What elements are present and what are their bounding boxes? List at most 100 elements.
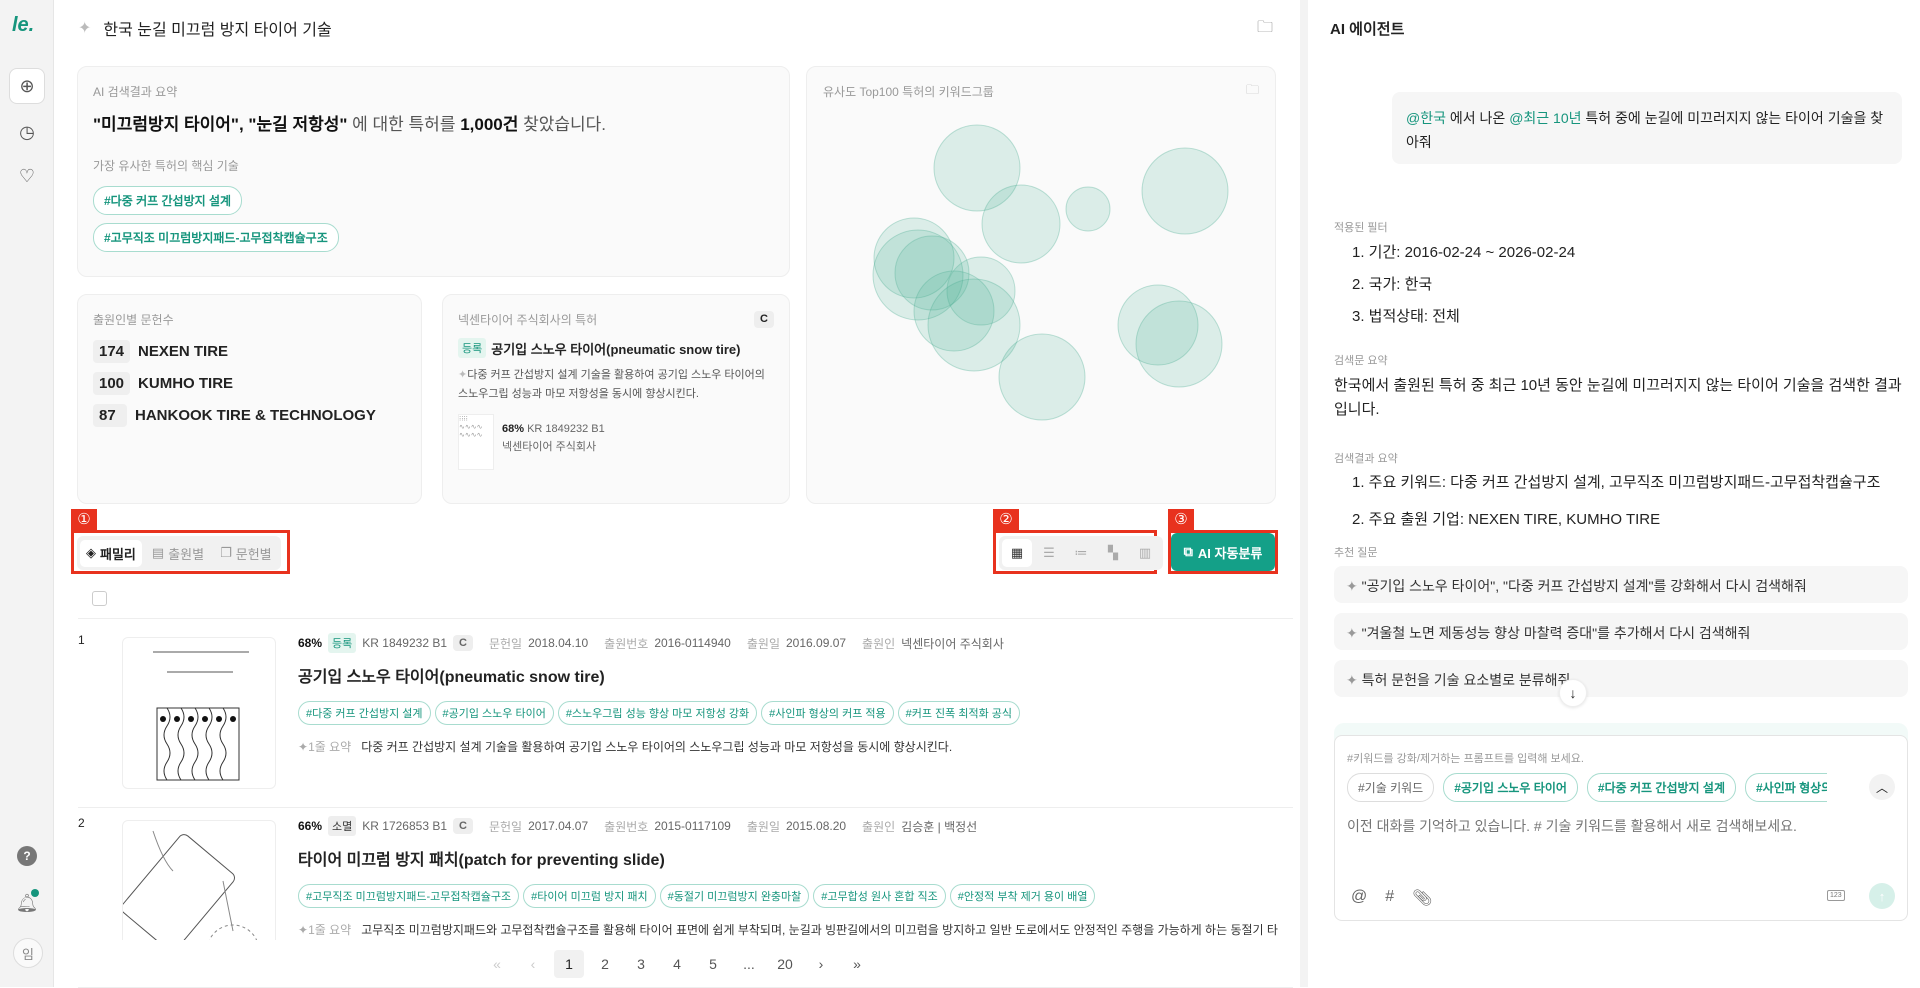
lightbulb-icon[interactable]: ♡ (9, 158, 45, 194)
page-button[interactable]: 20 (770, 950, 800, 978)
applicant-count: 100 (93, 372, 131, 395)
suggestion-button[interactable]: ✦ "겨울철 노면 제동성능 향상 마찰력 증대"를 추가해서 다시 검색해줘 (1334, 613, 1908, 650)
folder-icon[interactable]: 🗀 (1257, 16, 1273, 43)
core-tag[interactable]: #고무직조 미끄럼방지패드-고무접착캡슐구조 (93, 223, 339, 252)
collapse-chevron-icon[interactable]: ︿ (1869, 774, 1895, 800)
layout-compact-icon[interactable]: ☰ (1034, 539, 1064, 567)
applicant-name: 김승훈 | 백정선 (901, 819, 978, 834)
scroll-down-button[interactable]: ↓ (1559, 679, 1587, 707)
patent-drawing-thumbnail[interactable] (122, 637, 276, 789)
page-button[interactable]: 4 (662, 950, 692, 978)
summary-label: 1줄 요약 (308, 740, 352, 754)
keyword-chip[interactable]: #공기입 스노우 타이어 (1443, 773, 1578, 802)
document-icon: ▤ (151, 545, 165, 560)
featured-title[interactable]: 공기입 스노우 타이어(pneumatic snow tire) (491, 339, 740, 358)
patent-tags: #고무직조 미끄럼방지패드-고무접착캡슐구조 #타이어 미끄럼 방지 패치 #동절기… (298, 884, 1288, 908)
last-page-button[interactable]: » (842, 950, 872, 978)
send-button[interactable]: ↑ (1869, 883, 1895, 909)
layout-switcher: ▦ ☰ ≔ ▚ ▥ (999, 536, 1163, 570)
applicant-name: KUMHO TIRE (138, 375, 234, 392)
keyword-bubble[interactable] (1065, 186, 1111, 232)
applicant-row[interactable]: 100 KUMHO TIRE (93, 372, 406, 395)
prev-page-button[interactable]: ‹ (518, 950, 548, 978)
help-icon[interactable]: ? (17, 846, 37, 866)
one-line-summary: ✦1줄 요약 다중 커프 간섭방지 설계 기술을 활용하여 공기입 스노우 타이어… (298, 737, 1288, 757)
ai-auto-classify-button[interactable]: ⧉ AI 자동분류 (1171, 533, 1275, 571)
suggestion-text: "겨울철 노면 제동성능 향상 마찰력 증대"를 추가해서 다시 검색해줘 (1361, 625, 1751, 641)
keyword-tag[interactable]: #공기입 스노우 타이어 (434, 701, 554, 725)
keyword-tag[interactable]: #다중 커프 간섭방지 설계 (298, 701, 431, 725)
prompt-box: #키워드를 강화/제거하는 프롬프트를 입력해 보세요. #기술 키워드 #공기… (1334, 735, 1908, 921)
tab-label: 출원별 (168, 546, 205, 562)
featured-score: 68% (502, 423, 525, 435)
keyword-tag[interactable]: #고무직조 미끄럼방지패드-고무접착캡슐구조 (298, 884, 520, 908)
keyword-bubble[interactable] (981, 184, 1061, 264)
layout-grid-icon[interactable]: ▚ (1098, 539, 1128, 567)
main-content: ✦ 한국 눈길 미끄럼 방지 타이어 기술 🗀 AI 검색결과 요약 "미끄럼방… (54, 0, 1300, 988)
keyword-tag[interactable]: #커프 진폭 최적화 공식 (897, 701, 1021, 725)
page-button[interactable]: 1 (554, 949, 584, 978)
page-button[interactable]: ... (734, 950, 764, 978)
keyword-tag[interactable]: #타이어 미끄럼 방지 패치 (523, 884, 656, 908)
keyword-tag[interactable]: #동절기 미끄럼방지 완충마찰 (659, 884, 810, 908)
keyword-chip[interactable]: #사인파 형상의 커프 적용 (1745, 773, 1827, 802)
hashtag-icon[interactable]: # (1385, 888, 1394, 908)
applicant-count: 174 (93, 340, 131, 363)
tab-by-document[interactable]: ❐ 문헌별 (214, 540, 278, 567)
keyword-bubble[interactable] (1141, 147, 1229, 235)
sparkle-icon: ✦ (78, 20, 92, 37)
layout-column-icon[interactable]: ▥ (1130, 539, 1160, 567)
suggestion-button[interactable]: ✦ 특허 문헌을 기술 요소별로 분류해줘 (1334, 660, 1908, 697)
next-page-button[interactable]: › (806, 950, 836, 978)
keyword-tag[interactable]: #사인파 형상의 커프 적용 (761, 701, 894, 725)
summary-keywords: "미끄럼방지 타이어", "눈길 저항성" (93, 115, 348, 134)
summary-text: 에 대한 특허를 (347, 115, 461, 134)
divider (78, 618, 1293, 619)
keyword-tag[interactable]: #안정적 부착 제거 용이 배열 (949, 884, 1096, 908)
keyword-bubble[interactable] (998, 333, 1086, 421)
tab-by-application[interactable]: ▤ 출원별 (146, 540, 210, 567)
page-button[interactable]: 3 (626, 950, 656, 978)
patent-title[interactable]: 타이어 미끄럼 방지 패치(patch for preventing slide… (298, 846, 1288, 870)
applicant-row[interactable]: 87 HANKOOK TIRE & TECHNOLOGY (93, 404, 406, 427)
ai-agent-panel: AI 에이전트 @한국 에서 나온 @최근 10년 특허 중에 눈길에 미끄러지… (1300, 0, 1920, 987)
prompt-input[interactable] (1347, 816, 1897, 876)
bell-icon[interactable]: 🔔︎ (9, 885, 45, 921)
keyword-tag[interactable]: #스노우그립 성능 향상 마모 저항성 강화 (557, 701, 758, 725)
result-row[interactable]: 1 68% 등록 KR 1849232 B1 C 문헌일 2018.04.10 출원번호 201… (78, 625, 1293, 808)
layout-detail-icon[interactable]: ▦ (1002, 539, 1032, 567)
summary-label: AI 검색결과 요약 (93, 85, 178, 99)
tab-family[interactable]: ◈ 패밀리 (80, 539, 142, 567)
app-date-label: 출원일 (746, 636, 780, 651)
keyword-chip[interactable]: #기술 키워드 (1347, 773, 1435, 802)
ai-summary-card: AI 검색결과 요약 "미끄럼방지 타이어", "눈길 저항성" 에 대한 특허… (77, 66, 790, 277)
applicant-row[interactable]: 174 NEXEN TIRE (93, 340, 406, 363)
keyword-chip[interactable]: #다중 커프 간섭방지 설계 (1586, 773, 1736, 802)
page-button[interactable]: 5 (698, 950, 728, 978)
keyword-bubble-chart[interactable] (807, 67, 1277, 505)
suggestion-button[interactable]: ✦ "공기입 스노우 타이어", "다중 커프 간섭방지 설계"를 강화해서 다… (1334, 566, 1908, 603)
panel-title: AI 에이전트 (1330, 21, 1405, 38)
summary-text: 다중 커프 간섭방지 설계 기술을 활용하여 공기입 스노우 타이어의 스노우그… (361, 740, 953, 754)
applicant-name: 넥센타이어 주식회사 (901, 636, 1004, 651)
core-tag[interactable]: #다중 커프 간섭방지 설계 (93, 186, 243, 215)
attach-icon[interactable]: 📎︎ (1412, 888, 1432, 908)
patent-title[interactable]: 공기입 스노우 타이어(pneumatic snow tire) (298, 663, 1288, 687)
app-date: 2016.09.07 (785, 636, 847, 650)
featured-patent-card[interactable]: 넥센타이어 주식회사의 특허 C 등록 공기입 스노우 타이어(pneumatic … (442, 294, 790, 504)
grade-badge: C (453, 818, 473, 834)
keyword-bubble[interactable] (1135, 300, 1223, 388)
filter-item: 1. 기간: 2016-02-24 ~ 2026-02-24 (1352, 244, 1576, 261)
applicant-label: 출원인 (862, 636, 896, 651)
history-icon[interactable]: ◷ (9, 114, 45, 150)
keyword-tag[interactable]: #고무합성 원사 혼합 직조 (813, 884, 946, 908)
avatar[interactable]: 임 (13, 938, 43, 968)
select-all-checkbox[interactable] (92, 591, 107, 606)
new-search-icon[interactable]: ⊕ (9, 68, 45, 104)
first-page-button[interactable]: « (482, 950, 512, 978)
page-button[interactable]: 2 (590, 950, 620, 978)
marker-1: ① (71, 509, 97, 531)
numbering-icon[interactable]: 123 (1827, 890, 1845, 901)
layout-list-icon[interactable]: ≔ (1066, 539, 1096, 567)
mention-icon[interactable]: @ (1351, 888, 1367, 908)
